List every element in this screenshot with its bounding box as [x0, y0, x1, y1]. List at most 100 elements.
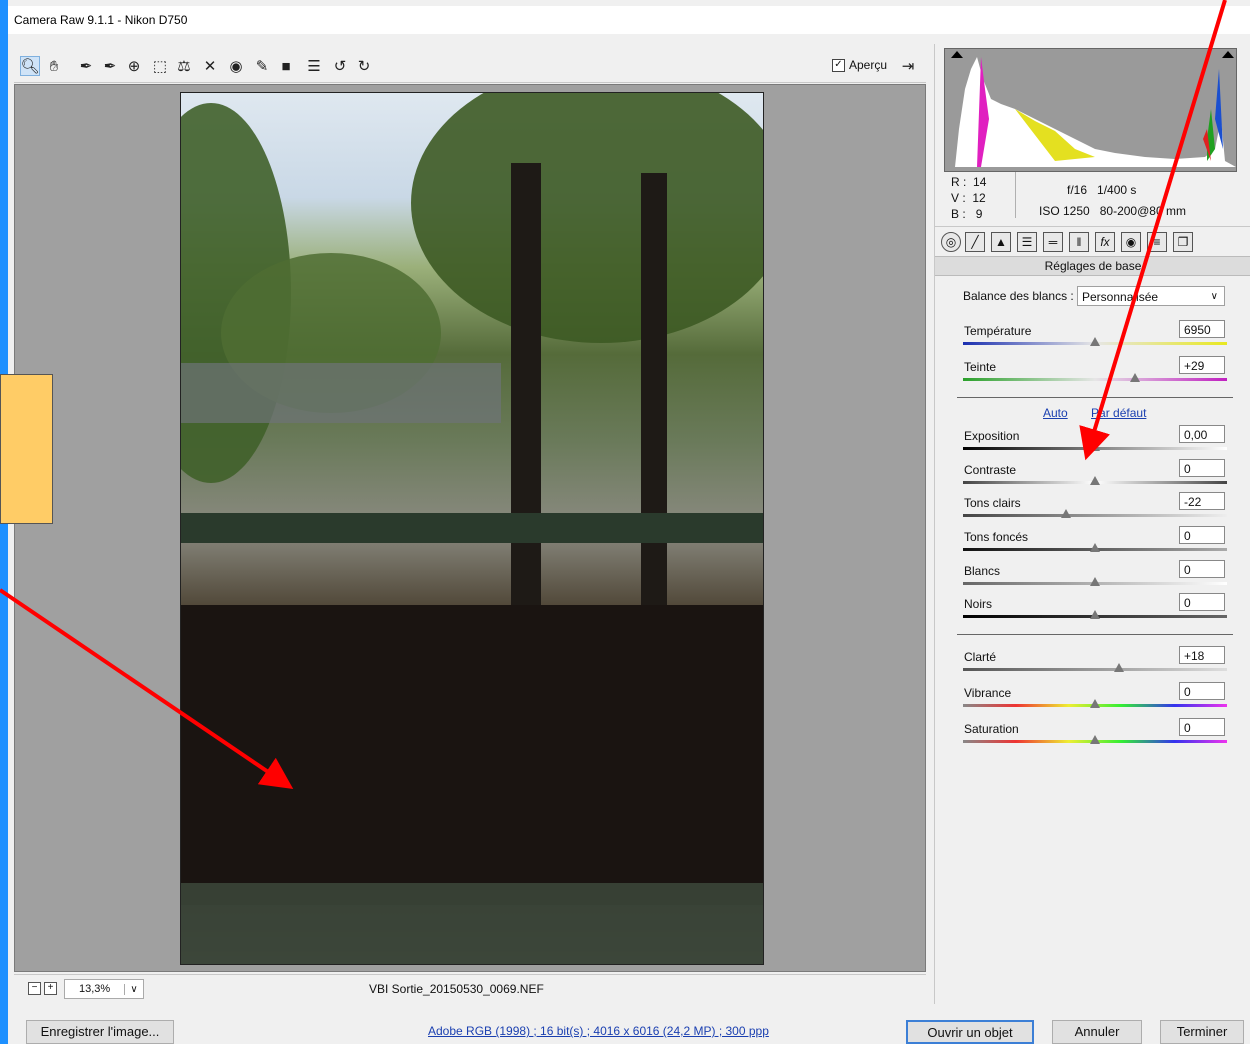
teinte-value-input[interactable]: +29	[1179, 356, 1225, 374]
open-object-button[interactable]: Ouvrir un objet	[906, 1020, 1034, 1044]
teinte-slider-thumb[interactable]	[1129, 373, 1140, 382]
window-title: Camera Raw 9.1.1 - Nikon D750	[14, 13, 188, 27]
effects-tab-icon[interactable]: fx	[1095, 232, 1115, 252]
shadow-clipping-icon[interactable]	[951, 51, 963, 58]
tons-clairs-value-input[interactable]: -22	[1179, 492, 1225, 510]
slider-label: Blancs	[964, 564, 1001, 578]
filename-label: VBI Sortie_20150530_0069.NEF	[369, 982, 544, 996]
contraste-slider-thumb[interactable]	[1090, 476, 1100, 485]
camera-calibration-tab-icon[interactable]: ◉	[1121, 232, 1141, 252]
vibrance-slider-thumb[interactable]	[1090, 699, 1100, 708]
slider-label: Exposition	[964, 429, 1020, 443]
clarte-value-input[interactable]: +18	[1179, 646, 1225, 664]
save-image-button[interactable]: Enregistrer l'image...	[26, 1020, 174, 1044]
white-balance-value: Personnalisée	[1082, 290, 1159, 304]
adjustment-brush-icon[interactable]: ✎	[252, 56, 272, 76]
split-toning-tab-icon[interactable]: ═	[1043, 232, 1063, 252]
hsl-tab-icon[interactable]: ☰	[1017, 232, 1037, 252]
noirs-value-input[interactable]: 0	[1179, 593, 1225, 611]
default-link[interactable]: Par défaut	[1091, 406, 1146, 420]
graduated-filter-icon[interactable]: ■	[276, 56, 296, 76]
teinte-slider-track[interactable]	[963, 378, 1227, 381]
divider	[957, 634, 1233, 635]
tone-curve-tab-icon[interactable]: ╱	[965, 232, 985, 252]
blancs-slider-thumb[interactable]	[1090, 577, 1100, 586]
info-readout: R : 14 V : 12 B : 9 f/16 1/400 s ISO 125…	[935, 172, 1250, 222]
panel-header: Réglages de base	[935, 256, 1250, 276]
temperature-value-input[interactable]: 6950	[1179, 320, 1225, 338]
basic-tab-icon[interactable]: ◎	[941, 232, 961, 252]
r-value: 14	[973, 175, 987, 189]
slider-label: Clarté	[964, 650, 997, 664]
photo-preview	[180, 92, 764, 965]
zoom-out-button[interactable]: −	[28, 982, 41, 995]
hand-tool-icon[interactable]: ✋︎	[44, 56, 64, 76]
saturation-value-input[interactable]: 0	[1179, 718, 1225, 736]
crop-tool-icon[interactable]: ⬚	[150, 56, 170, 76]
zoom-select[interactable]: 13,3% ∨	[64, 979, 144, 999]
clarte-slider-track[interactable]	[963, 668, 1227, 671]
spot-removal-tool-icon[interactable]: ✕	[200, 56, 220, 76]
histogram-graph	[955, 57, 1236, 167]
noirs-slider-thumb[interactable]	[1090, 610, 1100, 619]
fullscreen-toggle-icon[interactable]: ⇥	[898, 56, 918, 76]
lens-corrections-tab-icon[interactable]: ‖	[1069, 232, 1089, 252]
saturation-slider-thumb[interactable]	[1090, 735, 1100, 744]
divider	[957, 397, 1233, 398]
workflow-options-link[interactable]: Adobe RGB (1998) ; 16 bit(s) ; 4016 x 60…	[428, 1024, 769, 1038]
highlight-clipping-icon[interactable]	[1222, 51, 1234, 58]
straighten-tool-icon[interactable]: ⚖	[174, 56, 194, 76]
contraste-value-input[interactable]: 0	[1179, 459, 1225, 477]
b-value: 9	[975, 207, 983, 221]
presets-tab-icon[interactable]: ≡	[1147, 232, 1167, 252]
slider-label: Noirs	[964, 597, 993, 611]
targeted-adjustment-tool-icon[interactable]: ⊕	[124, 56, 144, 76]
clarte-slider-thumb[interactable]	[1113, 663, 1124, 672]
vibrance-value-input[interactable]: 0	[1179, 682, 1225, 700]
color-sampler-tool-icon[interactable]: ✒︎	[100, 56, 120, 76]
tons-fonces-slider-thumb[interactable]	[1090, 543, 1100, 552]
temperature-slider-thumb[interactable]	[1090, 337, 1100, 346]
b-label: B :	[951, 207, 966, 221]
toolbar: 🔍︎ ✋︎ ✒︎ ✒︎ ⊕ ⬚ ⚖ ✕ ◉ ✎ ■ ☰ ↺ ↻ ✓ Aperçu…	[14, 48, 926, 83]
zoom-tool-icon[interactable]: 🔍︎	[20, 56, 40, 76]
white-balance-row: Balance des blancs : Personnalisée ∨	[963, 286, 1225, 306]
right-panel: R : 14 V : 12 B : 9 f/16 1/400 s ISO 125…	[934, 44, 1250, 1004]
slider-label: Saturation	[964, 722, 1019, 736]
exposition-value-input[interactable]: 0,00	[1179, 425, 1225, 443]
image-canvas[interactable]	[14, 84, 926, 972]
red-eye-tool-icon[interactable]: ◉	[226, 56, 246, 76]
v-value: 12	[972, 191, 986, 205]
tons-clairs-slider-thumb[interactable]	[1060, 509, 1071, 518]
rgb-readout: R : 14 V : 12 B : 9	[951, 174, 986, 222]
exposition-slider-thumb[interactable]	[1090, 442, 1100, 451]
chevron-down-icon: ∨	[1210, 291, 1218, 302]
auto-link[interactable]: Auto	[1043, 406, 1068, 420]
iso-value: ISO 1250	[1039, 204, 1090, 218]
preview-checkbox[interactable]: ✓ Aperçu	[832, 58, 887, 72]
photo-illustration	[181, 93, 763, 964]
white-balance-select[interactable]: Personnalisée ∨	[1077, 286, 1225, 306]
blancs-value-input[interactable]: 0	[1179, 560, 1225, 578]
lens-value: 80-200@80 mm	[1099, 204, 1186, 218]
detail-tab-icon[interactable]: ▲	[991, 232, 1011, 252]
camera-info: f/16 1/400 s ISO 1250 80-200@80 mm	[1039, 180, 1186, 222]
slider-label: Tons foncés	[964, 530, 1029, 544]
slider-label: Contraste	[964, 463, 1017, 477]
tons-fonces-value-input[interactable]: 0	[1179, 526, 1225, 544]
zoom-value: 13,3%	[79, 983, 111, 995]
cancel-button[interactable]: Annuler	[1052, 1020, 1142, 1044]
preferences-icon[interactable]: ☰	[304, 56, 324, 76]
histogram	[944, 48, 1237, 172]
slider-label: Vibrance	[964, 686, 1012, 700]
done-button[interactable]: Terminer	[1160, 1020, 1244, 1044]
white-balance-tool-icon[interactable]: ✒︎	[76, 56, 96, 76]
preview-label: Aperçu	[849, 58, 888, 72]
rotate-ccw-icon[interactable]: ↺	[330, 56, 350, 76]
zoom-in-button[interactable]: +	[44, 982, 57, 995]
rotate-cw-icon[interactable]: ↻	[354, 56, 374, 76]
snapshots-tab-icon[interactable]: ❐	[1173, 232, 1193, 252]
tons-clairs-slider-track[interactable]	[963, 514, 1227, 517]
panel-tabs: ◎ ╱ ▲ ☰ ═ ‖ fx ◉ ≡ ❐	[935, 226, 1250, 257]
r-label: R :	[951, 175, 967, 189]
